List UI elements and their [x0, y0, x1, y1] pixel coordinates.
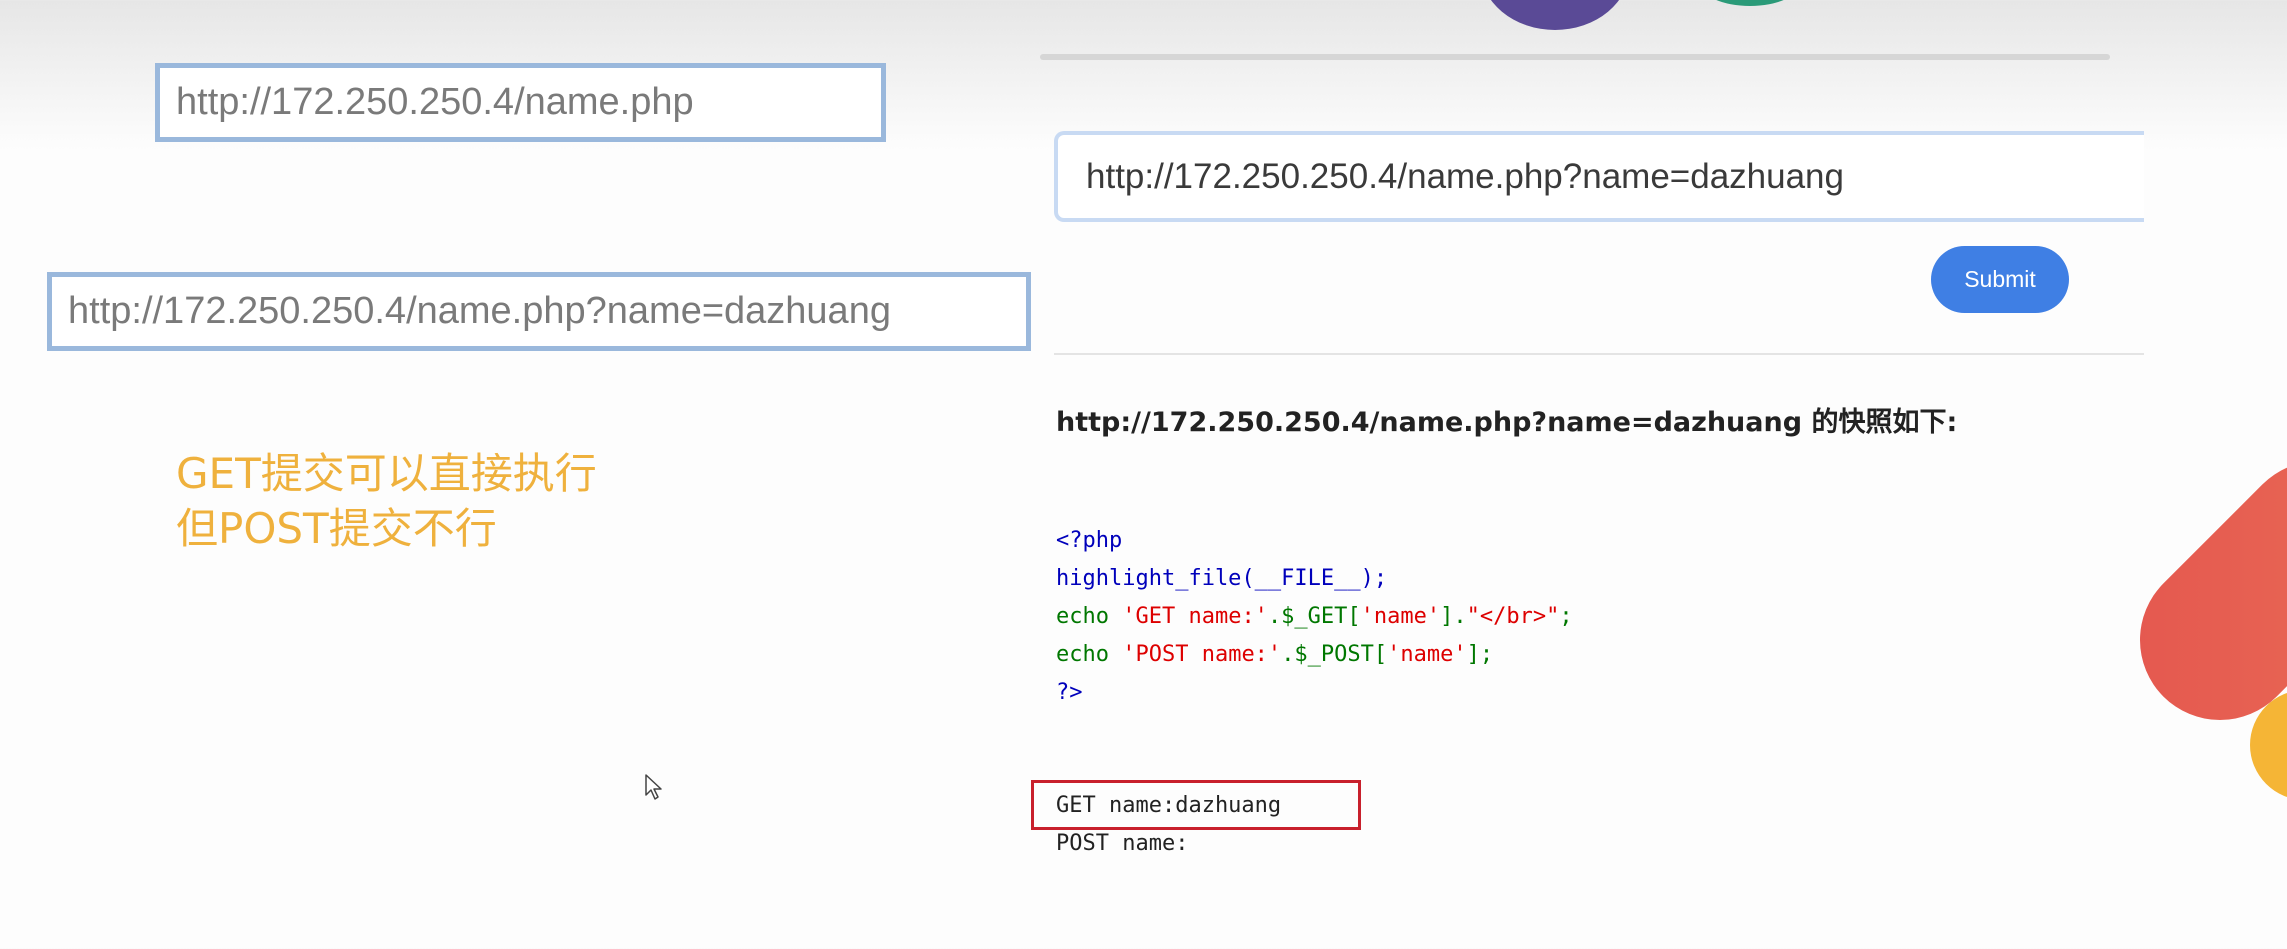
decorative-circle-green [1700, 0, 1800, 6]
url-input[interactable]: http://172.250.250.4/name.php?name=dazhu… [1054, 131, 2144, 222]
annotation-note: GET提交可以直接执行 但POST提交不行 [176, 446, 597, 556]
url-query-box: http://172.250.250.4/name.php?name=dazhu… [47, 272, 1031, 351]
url-query-text: http://172.250.250.4/name.php?name=dazhu… [68, 290, 891, 332]
output-post-line: POST name: [1056, 831, 1189, 856]
form-divider [1054, 353, 2144, 355]
output-block: GET name:dazhuang POST name: [1056, 787, 1281, 863]
code-line-1: <?php [1056, 528, 1123, 553]
decorative-shape-red [2106, 427, 2287, 754]
url-input-value: http://172.250.250.4/name.php?name=dazhu… [1086, 156, 1844, 196]
code-line-2: highlight_file(__FILE__); [1056, 566, 1388, 591]
url-plain-box: http://172.250.250.4/name.php [155, 63, 886, 142]
submit-button[interactable]: Submit [1931, 246, 2069, 313]
source-code-block: <?php highlight_file(__FILE__);echo 'GET … [1056, 522, 1573, 712]
annotation-line-2: 但POST提交不行 [176, 504, 497, 553]
code-line-5: ?> [1056, 680, 1083, 705]
mouse-cursor-icon [645, 774, 662, 800]
snapshot-heading: http://172.250.250.4/name.php?name=dazhu… [1056, 407, 1958, 438]
url-plain-text: http://172.250.250.4/name.php [176, 81, 694, 123]
top-divider [1040, 54, 2110, 60]
code-line-3: echo 'GET name:'.$_GET['name']."</br>"; [1056, 604, 1573, 629]
code-line-4: echo 'POST name:'.$_POST['name']; [1056, 642, 1494, 667]
output-get-line: GET name:dazhuang [1056, 793, 1282, 818]
decorative-circle-purple [1480, 0, 1630, 30]
annotation-line-1: GET提交可以直接执行 [176, 449, 597, 498]
